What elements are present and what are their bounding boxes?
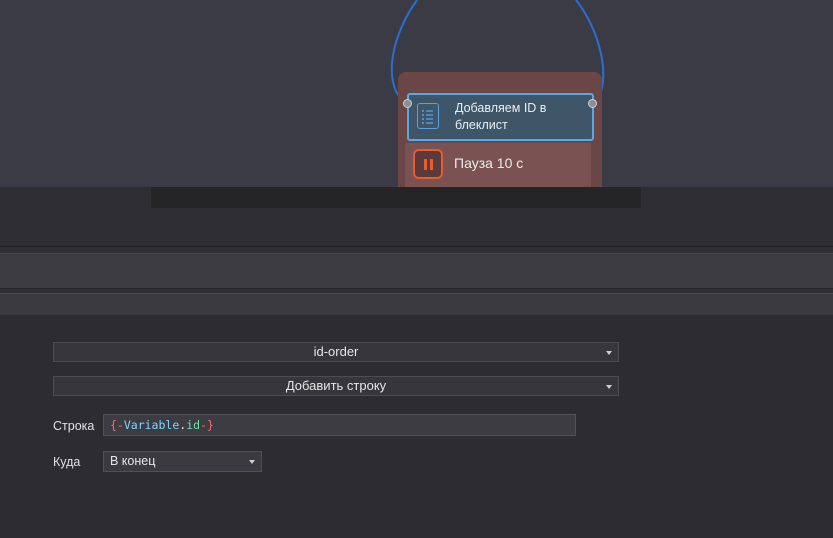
position-select[interactable]: В конец (103, 451, 262, 472)
variable-select[interactable]: id-order (53, 342, 619, 362)
output-port[interactable] (588, 99, 597, 108)
action-select[interactable]: Добавить строку (53, 376, 619, 396)
position-select-value: В конец (110, 454, 156, 468)
token-field: id (186, 418, 201, 432)
input-port[interactable] (403, 99, 412, 108)
workflow-canvas[interactable]: Добавляем ID в блеклист Пауза 10 с (0, 0, 833, 187)
node-label: Пауза 10 с (454, 155, 524, 171)
pause-icon (413, 149, 443, 179)
canvas-scrollbar[interactable] (151, 187, 641, 208)
chevron-down-icon (606, 385, 612, 389)
chevron-down-icon (606, 351, 612, 355)
token-close: -} (200, 418, 214, 432)
variable-select-value: id-order (313, 344, 359, 359)
list-icon (417, 103, 439, 129)
divider (0, 246, 833, 247)
string-label: Строка (53, 419, 95, 433)
chevron-down-icon (249, 460, 255, 464)
position-label: Куда (53, 455, 81, 469)
panel-header (0, 293, 833, 316)
pause-node[interactable]: Пауза 10 с (405, 143, 591, 187)
token-open: {- (110, 418, 124, 432)
token-var: Variable (123, 418, 180, 432)
node-label: Добавляем ID в блеклист (455, 101, 547, 132)
blacklist-node[interactable]: Добавляем ID в блеклист (407, 93, 594, 141)
toolbar-bar (0, 253, 833, 289)
action-select-value: Добавить строку (285, 378, 387, 393)
string-input[interactable]: {-Variable.id-} (103, 414, 576, 436)
